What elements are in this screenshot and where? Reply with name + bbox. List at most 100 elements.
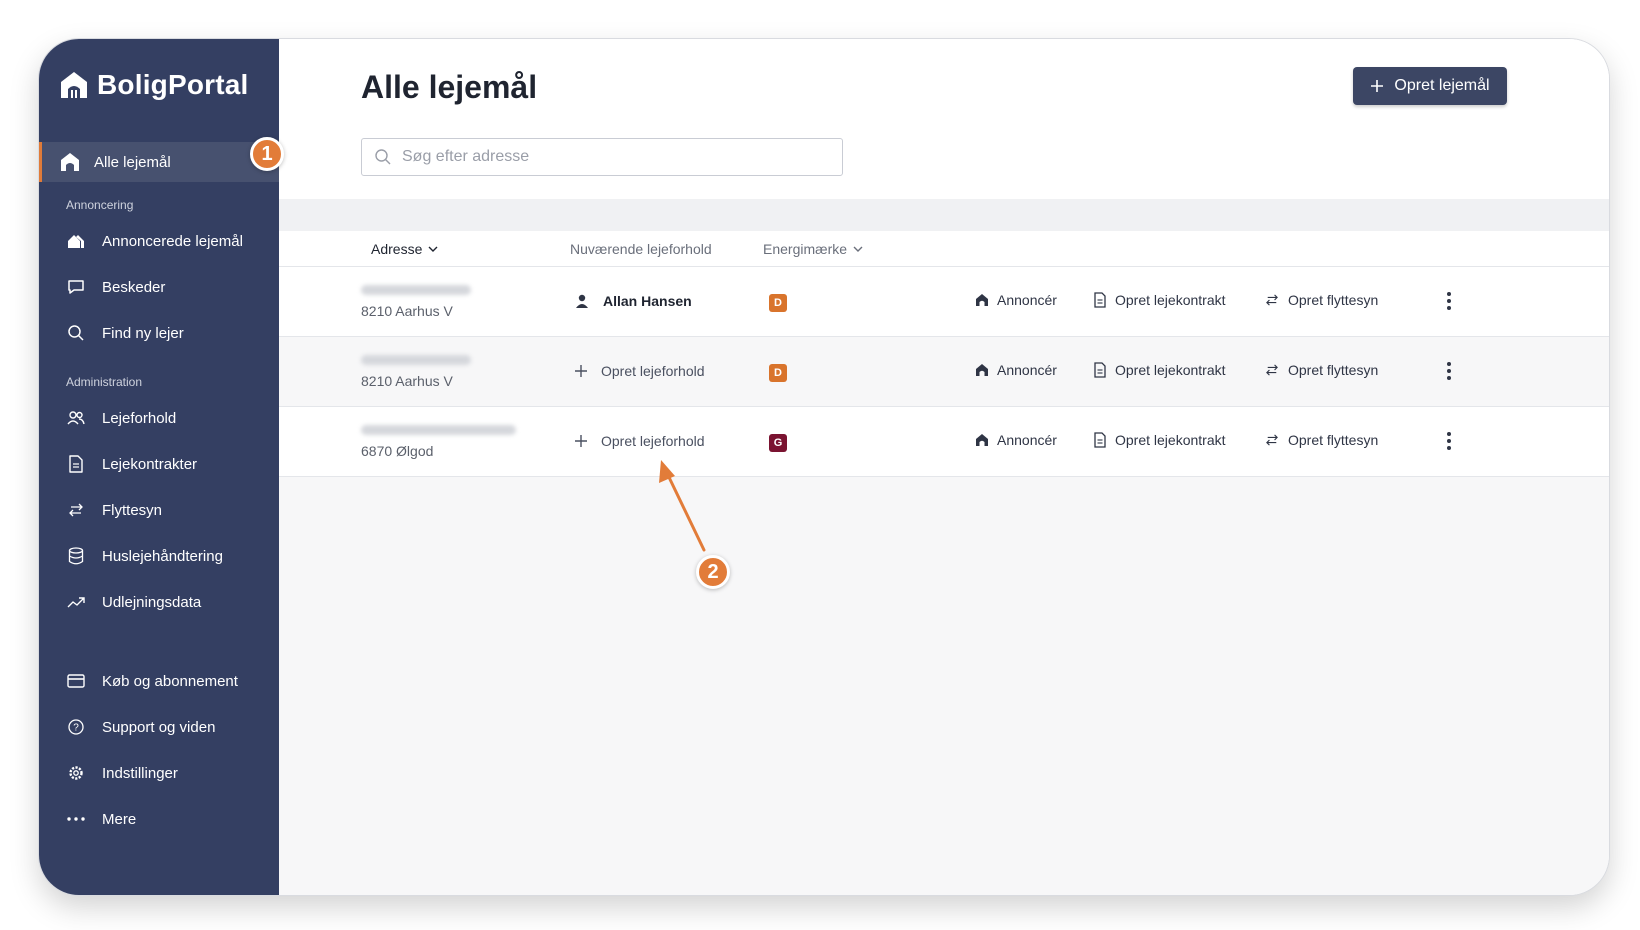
plus-icon: [575, 435, 587, 447]
gear-icon: [66, 763, 86, 783]
house-logo-icon: [61, 72, 87, 98]
sidebar-item-find-ny-lejer[interactable]: Find ny lejer: [66, 321, 184, 345]
house-icon: [976, 294, 988, 306]
column-header-label: Nuværende lejeforhold: [570, 241, 712, 257]
create-inspection-action[interactable]: Opret flyttesyn: [1264, 292, 1378, 308]
house-icon: [976, 364, 988, 376]
page-header: Alle lejemål Opret lejemål: [279, 39, 1609, 199]
help-circle-icon: ?: [66, 717, 86, 737]
create-inspection-action[interactable]: Opret flyttesyn: [1264, 432, 1378, 448]
sidebar-item-support[interactable]: ? Support og viden: [66, 715, 215, 739]
search-input[interactable]: [402, 148, 822, 166]
section-label-annoncering: Annoncering: [66, 198, 134, 212]
person-icon: [576, 294, 588, 308]
create-lease-button[interactable]: Opret lejemål: [1353, 67, 1507, 105]
sidebar: BoligPortal Alle lejemål Annoncering Ann…: [39, 39, 279, 895]
sidebar-item-annoncerede[interactable]: Annoncerede lejemål: [66, 229, 243, 253]
sidebar-item-label: Flyttesyn: [102, 501, 163, 519]
sidebar-item-label: Huslejehåndtering: [102, 547, 223, 565]
create-tenancy-action[interactable]: Opret lejeforhold: [575, 433, 705, 449]
column-header-tenancy: Nuværende lejeforhold: [570, 241, 712, 257]
address-street-blurred: [361, 355, 471, 365]
sidebar-item-label: Support og viden: [102, 718, 216, 736]
swap-arrows-icon: [66, 500, 86, 520]
trend-up-icon: [66, 592, 86, 612]
credit-card-icon: [66, 671, 86, 691]
tenant-name: Allan Hansen: [603, 293, 692, 309]
create-tenancy-action[interactable]: Opret lejeforhold: [575, 363, 705, 379]
more-horizontal-icon: [66, 809, 86, 829]
create-tenancy-label: Opret lejeforhold: [601, 433, 705, 449]
current-tenant[interactable]: Allan Hansen: [575, 293, 692, 309]
plus-icon: [1371, 80, 1384, 92]
table-row[interactable]: 8210 Aarhus V Allan Hansen D Annoncér Op…: [279, 267, 1609, 337]
swap-arrows-icon: [1266, 294, 1278, 306]
address-street-blurred: [361, 425, 516, 435]
advertise-action[interactable]: Annoncér: [975, 432, 1057, 448]
address-city: 8210 Aarhus V: [361, 303, 453, 319]
address-city: 8210 Aarhus V: [361, 373, 453, 389]
column-header-energy[interactable]: Energimærke: [763, 241, 863, 257]
create-contract-label: Opret lejekontrakt: [1115, 292, 1226, 308]
logo[interactable]: BoligPortal: [59, 69, 249, 101]
sidebar-item-huslejehaandtering[interactable]: Huslejehåndtering: [66, 544, 223, 568]
create-inspection-action[interactable]: Opret flyttesyn: [1264, 362, 1378, 378]
sidebar-item-lejeforhold[interactable]: Lejeforhold: [66, 406, 176, 430]
main-content: Alle lejemål Opret lejemål Adresse Nuvær…: [279, 39, 1609, 895]
column-header-address[interactable]: Adresse: [371, 241, 438, 257]
document-icon: [66, 454, 86, 474]
sidebar-item-label: Mere: [102, 810, 137, 828]
section-label-administration: Administration: [66, 375, 143, 389]
document-icon: [1094, 292, 1106, 308]
sidebar-item-label: Find ny lejer: [102, 324, 184, 342]
sidebar-item-koeb-og-abonnement[interactable]: Køb og abonnement: [66, 669, 238, 693]
create-contract-action[interactable]: Opret lejekontrakt: [1093, 362, 1226, 378]
advertise-action[interactable]: Annoncér: [975, 292, 1057, 308]
search-icon: [375, 149, 391, 165]
create-tenancy-label: Opret lejeforhold: [601, 363, 705, 379]
table-row[interactable]: 8210 Aarhus V Opret lejeforhold D Annonc…: [279, 337, 1609, 407]
create-inspection-label: Opret flyttesyn: [1288, 362, 1379, 378]
advertise-label: Annoncér: [997, 362, 1057, 378]
app-window: BoligPortal Alle lejemål Annoncering Ann…: [39, 39, 1609, 895]
address-city: 6870 Ølgod: [361, 443, 434, 459]
plus-icon: [575, 365, 587, 377]
database-icon: [66, 546, 86, 566]
column-header-label: Adresse: [371, 241, 423, 257]
swap-arrows-icon: [1266, 434, 1278, 446]
svg-text:?: ?: [73, 723, 79, 734]
step-marker-1: 1: [250, 137, 284, 171]
document-icon: [1094, 432, 1106, 448]
advertise-label: Annoncér: [997, 432, 1057, 448]
sidebar-item-udlejningsdata[interactable]: Udlejningsdata: [66, 590, 201, 614]
advertise-action[interactable]: Annoncér: [975, 362, 1057, 378]
house-icon: [61, 153, 79, 171]
create-contract-action[interactable]: Opret lejekontrakt: [1093, 432, 1226, 448]
sidebar-item-lejekontrakter[interactable]: Lejekontrakter: [66, 452, 197, 476]
create-contract-action[interactable]: Opret lejekontrakt: [1093, 292, 1226, 308]
sidebar-item-label: Køb og abonnement: [102, 672, 238, 690]
sidebar-item-label: Beskeder: [102, 278, 166, 296]
more-vertical-icon[interactable]: [1439, 289, 1459, 313]
sidebar-item-flyttesyn[interactable]: Flyttesyn: [66, 498, 162, 522]
sidebar-item-mere[interactable]: Mere: [66, 807, 136, 831]
sidebar-item-alle-lejemaal[interactable]: Alle lejemål: [39, 142, 279, 182]
step-marker-2: 2: [696, 555, 730, 589]
more-vertical-icon[interactable]: [1439, 359, 1459, 383]
document-icon: [1094, 362, 1106, 378]
sidebar-item-beskeder[interactable]: Beskeder: [66, 275, 165, 299]
table-row[interactable]: 6870 Ølgod Opret lejeforhold G Annoncér …: [279, 407, 1609, 477]
energy-badge: D: [769, 294, 787, 312]
advertise-label: Annoncér: [997, 292, 1057, 308]
search-box[interactable]: [361, 138, 843, 176]
swap-arrows-icon: [1266, 364, 1278, 376]
table-header: Adresse Nuværende lejeforhold Energimærk…: [279, 231, 1609, 267]
create-contract-label: Opret lejekontrakt: [1115, 362, 1226, 378]
sidebar-item-label: Alle lejemål: [94, 153, 171, 171]
address-street-blurred: [361, 285, 471, 295]
sidebar-item-indstillinger[interactable]: Indstillinger: [66, 761, 178, 785]
houses-icon: [66, 231, 86, 251]
sidebar-item-label: Lejeforhold: [102, 409, 177, 427]
sidebar-item-label: Udlejningsdata: [102, 593, 202, 611]
more-vertical-icon[interactable]: [1439, 429, 1459, 453]
